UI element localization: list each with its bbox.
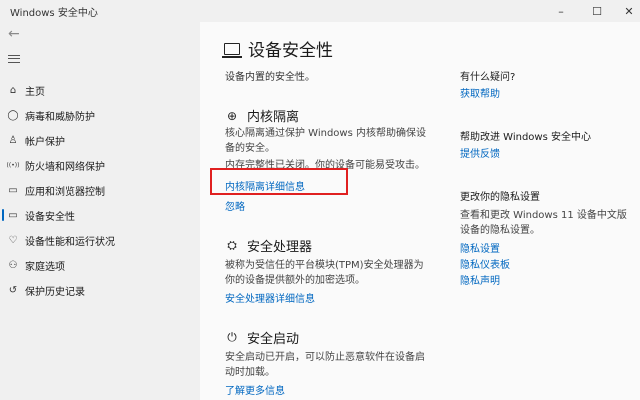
privacy-settings-link[interactable]: 隐私设置	[460, 240, 500, 255]
help-heading: 有什么疑问?	[460, 72, 516, 83]
window-title: Windows 安全中心	[10, 8, 98, 19]
sidebar-item-firewall[interactable]: ((•)) 防火墙和网络保护	[0, 153, 200, 177]
sidebar-item-label: 设备安全性	[25, 211, 75, 223]
privacy-description: 查看和更改 Windows 11 设备中文版 设备的隐私设置。	[460, 210, 627, 236]
minimize-button[interactable]: –	[546, 0, 576, 22]
active-indicator	[2, 209, 4, 221]
security-processor-description: 被称为受信任的平台模块(TPM)安全处理器为你的设备提供额外的加密选项。	[225, 260, 424, 286]
main-content: 设备安全性 设备内置的安全性。 ⊕ 内核隔离 核心隔离通过保护 Windows …	[200, 22, 640, 400]
sidebar: ← ⌂ 主页 ◯ 病毒和威胁防护 ♙ 帐户保护 ((•)) 防火墙和网络保护 ▭…	[0, 22, 200, 400]
privacy-dashboard-link[interactable]: 隐私仪表板	[460, 256, 510, 271]
core-isolation-icon: ⊕	[226, 108, 238, 123]
sidebar-item-protection-history[interactable]: ↺ 保护历史记录	[0, 278, 200, 302]
secure-boot-description: 安全启动已开启，可以防止恶意软件在设备启动时加载。	[225, 352, 425, 378]
improve-heading: 帮助改进 Windows 安全中心	[460, 132, 591, 143]
sidebar-item-label: 设备性能和运行状况	[25, 236, 115, 248]
highlight-annotation-box	[210, 168, 348, 195]
privacy-statement-link[interactable]: 隐私声明	[460, 272, 500, 287]
feedback-link[interactable]: 提供反馈	[460, 145, 500, 160]
page-title: 设备安全性	[222, 36, 333, 61]
chip-icon: ⛭	[227, 238, 237, 252]
core-isolation-title: 内核隔离	[247, 110, 300, 125]
learn-more-link[interactable]: 了解更多信息	[225, 382, 285, 397]
core-isolation-description: 核心隔离通过保护 Windows 内核帮助确保设备的安全。	[225, 128, 426, 154]
sidebar-item-account-protection[interactable]: ♙ 帐户保护	[0, 128, 200, 152]
menu-icon[interactable]	[8, 52, 24, 66]
heart-icon: ♡	[8, 234, 18, 246]
power-icon: ⏻	[227, 330, 237, 344]
wifi-icon: ((•))	[6, 161, 20, 169]
maximize-button[interactable]: ☐	[582, 0, 612, 22]
core-isolation-heading: ⊕ 内核隔离	[225, 106, 300, 126]
family-icon: ⚇	[8, 259, 18, 271]
sidebar-item-device-performance[interactable]: ♡ 设备性能和运行状况	[0, 228, 200, 252]
sidebar-item-label: 帐户保护	[25, 136, 65, 148]
sidebar-item-label: 家庭选项	[25, 261, 65, 273]
sidebar-item-label: 应用和浏览器控制	[25, 186, 105, 198]
close-button[interactable]: ✕	[614, 0, 640, 22]
sidebar-item-virus-protection[interactable]: ◯ 病毒和威胁防护	[0, 103, 200, 127]
ignore-link[interactable]: 忽略	[225, 198, 245, 213]
home-icon: ⌂	[9, 84, 17, 96]
back-button[interactable]: ←	[8, 26, 26, 42]
security-processor-details-link[interactable]: 安全处理器详细信息	[225, 290, 315, 305]
person-icon: ♙	[8, 134, 18, 146]
sidebar-item-label: 保护历史记录	[25, 286, 85, 298]
page-title-text: 设备安全性	[248, 41, 333, 61]
app-window-icon: ▭	[8, 184, 18, 196]
sidebar-item-family-options[interactable]: ⚇ 家庭选项	[0, 253, 200, 277]
privacy-heading: 更改你的隐私设置	[460, 192, 540, 203]
sidebar-item-app-browser-control[interactable]: ▭ 应用和浏览器控制	[0, 178, 200, 202]
title-bar: Windows 安全中心 – ☐ ✕	[0, 0, 640, 22]
laptop-icon	[222, 42, 242, 58]
security-processor-title: 安全处理器	[247, 240, 313, 255]
sidebar-item-label: 病毒和威胁防护	[25, 111, 95, 123]
history-icon: ↺	[8, 284, 18, 296]
secure-boot-title: 安全启动	[247, 332, 300, 347]
sidebar-item-label: 防火墙和网络保护	[25, 161, 105, 173]
laptop-icon: ▭	[8, 209, 18, 221]
sidebar-item-device-security[interactable]: ▭ 设备安全性	[0, 203, 200, 227]
shield-icon: ◯	[7, 109, 19, 121]
get-help-link[interactable]: 获取帮助	[460, 85, 500, 100]
sidebar-item-home[interactable]: ⌂ 主页	[0, 78, 200, 102]
secure-boot-heading: ⏻ 安全启动	[225, 328, 299, 347]
security-processor-heading: ⛭ 安全处理器	[225, 236, 312, 255]
page-subtitle: 设备内置的安全性。	[225, 72, 315, 83]
sidebar-item-label: 主页	[25, 86, 45, 98]
